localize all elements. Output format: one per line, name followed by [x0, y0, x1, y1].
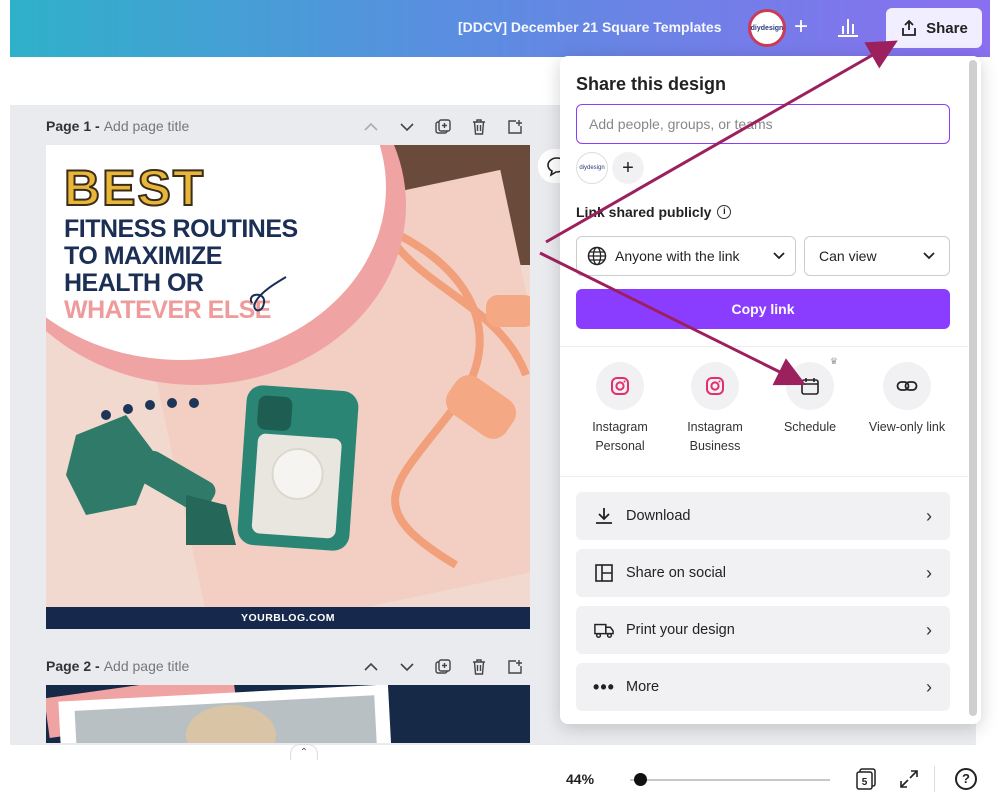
share-option-instagram-personal[interactable]: Instagram Personal: [580, 362, 660, 456]
option-label-line1: View-only link: [868, 420, 946, 434]
globe-icon: [587, 246, 607, 266]
instagram-icon: [706, 377, 724, 395]
brand-avatar[interactable]: diydesign: [748, 9, 786, 47]
chevron-right-icon: ›: [926, 676, 932, 697]
panel-divider: [560, 346, 968, 347]
delete-page-icon[interactable]: [470, 118, 488, 136]
link-access-label: Link shared publicly i: [576, 204, 732, 220]
share-option-instagram-business[interactable]: Instagram Business: [675, 362, 755, 456]
page-2-design[interactable]: [46, 685, 530, 743]
upload-icon: [902, 19, 917, 36]
document-title[interactable]: [DDCV] December 21 Square Templates: [458, 19, 722, 35]
page-1-header: Page 1 - Add page title: [46, 118, 189, 134]
action-label: Share on social: [626, 565, 726, 581]
truck-icon: [594, 620, 614, 640]
option-label-line1: Instagram: [687, 420, 743, 434]
zoom-level[interactable]: 44%: [566, 771, 594, 787]
design-line-2: TO MAXIMIZE: [64, 242, 222, 270]
panel-scrollbar[interactable]: [969, 60, 977, 716]
move-up-icon[interactable]: [362, 658, 380, 676]
page-1-title-input[interactable]: Add page title: [104, 118, 190, 134]
link-access-value: Anyone with the link: [615, 248, 740, 264]
design-footer: YOURBLOG.COM: [46, 607, 530, 629]
option-label-line2: Business: [689, 439, 741, 453]
toolbar-divider: [934, 766, 935, 792]
download-icon: [594, 506, 614, 526]
phone-image: [236, 384, 360, 552]
share-panel: Share this design Add people, groups, or…: [560, 56, 981, 724]
brand-avatar-text: diydesign: [750, 24, 784, 32]
action-label: More: [626, 679, 660, 695]
chevron-right-icon: ›: [926, 505, 932, 526]
action-label: Print your design: [626, 622, 735, 638]
panel-title: Share this design: [576, 74, 727, 94]
page-grid-icon[interactable]: 5: [855, 768, 877, 790]
chevron-down-icon: [923, 252, 935, 260]
duplicate-page-icon[interactable]: [434, 118, 452, 136]
add-page-icon[interactable]: [506, 118, 524, 136]
squiggle-icon: [249, 276, 287, 312]
member-avatar[interactable]: diydesign: [576, 152, 608, 184]
ellipsis-icon: •••: [593, 676, 615, 697]
design-line-1: FITNESS ROUTINES: [64, 215, 298, 243]
share-button[interactable]: Share: [886, 8, 982, 48]
action-print-your-design[interactable]: Print your design ›: [576, 606, 950, 654]
copy-link-button[interactable]: Copy link: [576, 289, 950, 329]
share-option-schedule[interactable]: ♛ Schedule: [770, 356, 850, 437]
chevron-right-icon: ›: [926, 562, 932, 583]
permission-value: Can view: [819, 248, 877, 264]
share-button-label: Share: [926, 19, 968, 37]
move-down-icon[interactable]: [398, 658, 416, 676]
page-2-title-input[interactable]: Add page title: [104, 658, 190, 674]
chevron-right-icon: ›: [926, 619, 932, 640]
instagram-icon: [611, 377, 629, 395]
zoom-slider-handle[interactable]: [634, 773, 647, 786]
move-down-icon[interactable]: [398, 118, 416, 136]
collapse-notes-button[interactable]: ⌃: [290, 744, 318, 760]
insights-icon[interactable]: [836, 16, 860, 38]
zoom-slider[interactable]: [630, 779, 830, 781]
dumbbell-image: [66, 398, 236, 545]
action-label: Download: [626, 508, 691, 524]
link-icon: [896, 381, 918, 391]
duplicate-page-icon[interactable]: [434, 658, 452, 676]
people-input[interactable]: Add people, groups, or teams: [576, 104, 950, 144]
calendar-icon: [801, 378, 819, 395]
delete-page-icon[interactable]: [470, 658, 488, 676]
page-count: 5: [862, 777, 868, 788]
panel-divider: [560, 476, 968, 477]
info-icon[interactable]: i: [717, 205, 732, 219]
page-1-label: Page 1 -: [46, 118, 100, 134]
fullscreen-icon[interactable]: [898, 768, 920, 790]
action-share-on-social[interactable]: Share on social ›: [576, 549, 950, 597]
design-line-pink: WHATEVER ELSE: [64, 296, 271, 324]
chevron-down-icon: [773, 252, 785, 260]
add-collaborator-button[interactable]: +: [790, 14, 812, 40]
add-member-button[interactable]: +: [612, 152, 644, 184]
link-access-text: Link shared publicly: [576, 204, 712, 220]
page-2-header: Page 2 - Add page title: [46, 658, 189, 674]
add-page-icon[interactable]: [506, 658, 524, 676]
crown-icon: ♛: [829, 356, 838, 366]
action-download[interactable]: Download ›: [576, 492, 950, 540]
link-access-dropdown[interactable]: Anyone with the link: [576, 236, 796, 276]
design-line-3: HEALTH OR: [64, 269, 204, 297]
share-option-view-only-link[interactable]: View-only link: [865, 362, 949, 437]
option-label-line2: Personal: [595, 439, 645, 453]
page-1-design[interactable]: BEST FITNESS ROUTINES TO MAXIMIZE HEALTH…: [46, 145, 530, 629]
layout-icon: [594, 563, 614, 583]
option-label-line1: Schedule: [783, 420, 837, 434]
help-icon[interactable]: ?: [955, 768, 977, 790]
permission-dropdown[interactable]: Can view: [804, 236, 950, 276]
move-up-icon[interactable]: [362, 118, 380, 136]
page-2-tools: [362, 658, 524, 676]
page-1-tools: [362, 118, 524, 136]
bottom-toolbar: [0, 745, 1000, 800]
design-headline-best: BEST: [63, 159, 206, 217]
option-label-line1: Instagram: [592, 420, 648, 434]
action-more[interactable]: ••• More ›: [576, 663, 950, 711]
page-2-label: Page 2 -: [46, 658, 100, 674]
